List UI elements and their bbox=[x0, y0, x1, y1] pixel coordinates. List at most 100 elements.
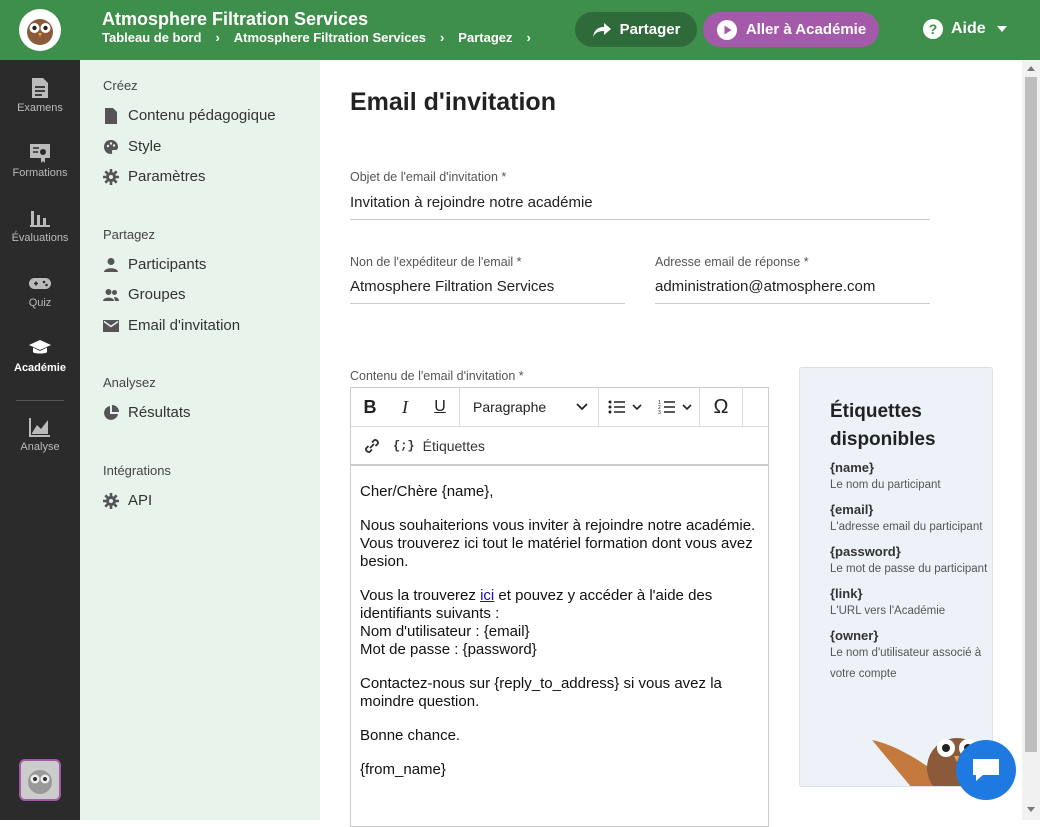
rail-item-analysis[interactable]: Analyse bbox=[0, 416, 80, 453]
rail-label: Examens bbox=[17, 102, 63, 114]
bold-icon[interactable]: B bbox=[351, 388, 389, 427]
academy-button-label: Aller à Académie bbox=[745, 21, 867, 38]
pie-chart-icon bbox=[104, 404, 119, 420]
content-paragraph: Nous souhaiterions vous inviter à rejoin… bbox=[360, 517, 756, 570]
nav-item-api[interactable]: API bbox=[103, 492, 152, 509]
editor-content[interactable]: Cher/Chère {name}, Nous souhaiterions vo… bbox=[351, 466, 768, 779]
page-title: Email d'invitation bbox=[350, 88, 556, 116]
nav-item-label: Email d'invitation bbox=[128, 317, 241, 334]
gear-icon bbox=[103, 492, 119, 509]
subject-input[interactable]: Invitation à rejoindre notre académie bbox=[350, 194, 930, 220]
nav-item-label: Style bbox=[128, 138, 162, 155]
chat-icon bbox=[973, 759, 999, 781]
rail-item-quiz[interactable]: Quiz bbox=[0, 272, 80, 309]
group-icon bbox=[103, 288, 119, 301]
svg-text:?: ? bbox=[929, 21, 938, 37]
toolbar-divider bbox=[742, 387, 743, 427]
nav-item-settings[interactable]: Paramètres bbox=[103, 168, 206, 185]
nav-item-participants[interactable]: Participants bbox=[103, 256, 206, 273]
special-characters-icon[interactable]: Ω bbox=[700, 388, 742, 427]
scroll-down-icon[interactable] bbox=[1026, 806, 1036, 814]
scroll-up-icon[interactable] bbox=[1026, 64, 1036, 72]
play-circle-icon bbox=[716, 19, 737, 40]
rail-item-evaluations[interactable]: Évaluations bbox=[0, 207, 80, 244]
editor-toolbar: B I U Paragraphe 123 Ω bbox=[351, 387, 768, 427]
content-paragraph: Bonne chance. bbox=[360, 727, 461, 744]
share-arrow-icon bbox=[592, 22, 611, 37]
tags-button[interactable]: {;} Étiquettes bbox=[393, 438, 485, 454]
vertical-scrollbar[interactable] bbox=[1022, 60, 1040, 820]
tag-name: {name} bbox=[830, 460, 875, 475]
tag-description: Le nom du participant bbox=[830, 479, 941, 491]
link-icon[interactable] bbox=[361, 435, 383, 457]
nav-section-integrations: Intégrations bbox=[103, 463, 171, 478]
italic-icon[interactable]: I bbox=[389, 388, 421, 427]
owl-avatar-icon bbox=[28, 770, 52, 794]
chat-button[interactable] bbox=[956, 740, 1016, 800]
chevron-right-icon: › bbox=[439, 30, 445, 45]
breadcrumb: Tableau de bord › Atmosphere Filtration … bbox=[102, 30, 545, 45]
scrollbar-thumb[interactable] bbox=[1025, 77, 1037, 752]
content-label: Contenu de l'email d'invitation * bbox=[350, 369, 524, 383]
tag-name: {link} bbox=[830, 586, 863, 601]
share-button-label: Partager bbox=[619, 21, 681, 38]
content-text: Vous la trouverez bbox=[360, 587, 481, 604]
breadcrumb-dashboard[interactable]: Tableau de bord bbox=[102, 30, 201, 45]
tag-description: L'URL vers l'Académie bbox=[830, 605, 946, 617]
content-signature: {from_name} bbox=[360, 761, 446, 778]
nav-item-label: Résultats bbox=[128, 404, 191, 421]
document-icon bbox=[32, 78, 48, 98]
help-icon: ? bbox=[923, 19, 943, 39]
tag-description: Le mot de passe du participant bbox=[830, 563, 988, 575]
rich-text-editor: B I U Paragraphe 123 Ω {;} Étiquettes Ch… bbox=[350, 387, 769, 827]
go-to-academy-button[interactable]: Aller à Académie bbox=[703, 12, 879, 47]
breadcrumb-share[interactable]: Partagez bbox=[458, 30, 512, 45]
nav-section-create: Créez bbox=[103, 78, 138, 93]
academy-link[interactable]: ici bbox=[480, 587, 494, 604]
person-icon bbox=[104, 257, 118, 272]
rail-label: Formations bbox=[12, 167, 68, 179]
rail-item-academy[interactable]: Académie bbox=[0, 337, 80, 374]
gear-icon bbox=[103, 168, 119, 185]
main-content: Email d'invitation Objet de l'email d'in… bbox=[320, 60, 1020, 827]
reply-address-input[interactable]: administration@atmosphere.com bbox=[655, 278, 930, 304]
rail-item-exams[interactable]: Examens bbox=[0, 77, 80, 114]
numbered-list-icon[interactable]: 123 bbox=[651, 388, 699, 427]
chevron-down-icon bbox=[576, 403, 588, 411]
file-icon bbox=[105, 107, 117, 124]
mail-icon bbox=[103, 319, 119, 332]
content-username-line: Nom d'utilisateur : {email} bbox=[360, 623, 530, 640]
subject-label: Objet de l'email d'invitation * bbox=[350, 170, 507, 184]
tag-description: Le nom d'utilisateur associé à votre com… bbox=[830, 647, 982, 680]
user-avatar[interactable] bbox=[19, 759, 61, 801]
rail-label: Analyse bbox=[20, 441, 60, 453]
certificate-icon bbox=[30, 144, 50, 163]
help-label: Aide bbox=[951, 20, 986, 37]
nav-item-style[interactable]: Style bbox=[103, 138, 161, 155]
rail-item-trainings[interactable]: Formations bbox=[0, 142, 80, 179]
paragraph-select[interactable]: Paragraphe bbox=[460, 388, 598, 427]
nav-item-groups[interactable]: Groupes bbox=[103, 286, 186, 303]
reply-address-label: Adresse email de réponse * bbox=[655, 255, 809, 269]
share-button[interactable]: Partager bbox=[575, 12, 697, 47]
tag-name: {email} bbox=[830, 502, 874, 517]
nav-item-results[interactable]: Résultats bbox=[103, 404, 191, 421]
nav-item-label: Contenu pédagogique bbox=[128, 107, 276, 124]
logo[interactable] bbox=[0, 0, 80, 60]
top-header: Atmosphere Filtration Services Tableau d… bbox=[0, 0, 1040, 60]
tag-description: L'adresse email du participant bbox=[830, 521, 983, 533]
nav-item-label: Paramètres bbox=[128, 168, 206, 185]
breadcrumb-organization[interactable]: Atmosphere Filtration Services bbox=[234, 30, 426, 45]
area-chart-icon bbox=[29, 418, 50, 437]
paragraph-select-value: Paragraphe bbox=[473, 399, 547, 415]
nav-item-content[interactable]: Contenu pédagogique bbox=[103, 107, 276, 124]
nav-section-analyze: Analysez bbox=[103, 375, 156, 390]
nav-item-label: Groupes bbox=[128, 286, 186, 303]
tag-name: {owner} bbox=[830, 628, 879, 643]
nav-item-invitation-email[interactable]: Email d'invitation bbox=[103, 317, 240, 334]
underline-icon[interactable]: U bbox=[421, 388, 459, 427]
help-menu[interactable]: ? Aide bbox=[922, 18, 1011, 40]
left-rail: Examens Formations Évaluations Quiz Acad… bbox=[0, 60, 80, 820]
sender-name-input[interactable]: Atmosphere Filtration Services bbox=[350, 278, 625, 304]
bullet-list-icon[interactable] bbox=[599, 388, 651, 427]
